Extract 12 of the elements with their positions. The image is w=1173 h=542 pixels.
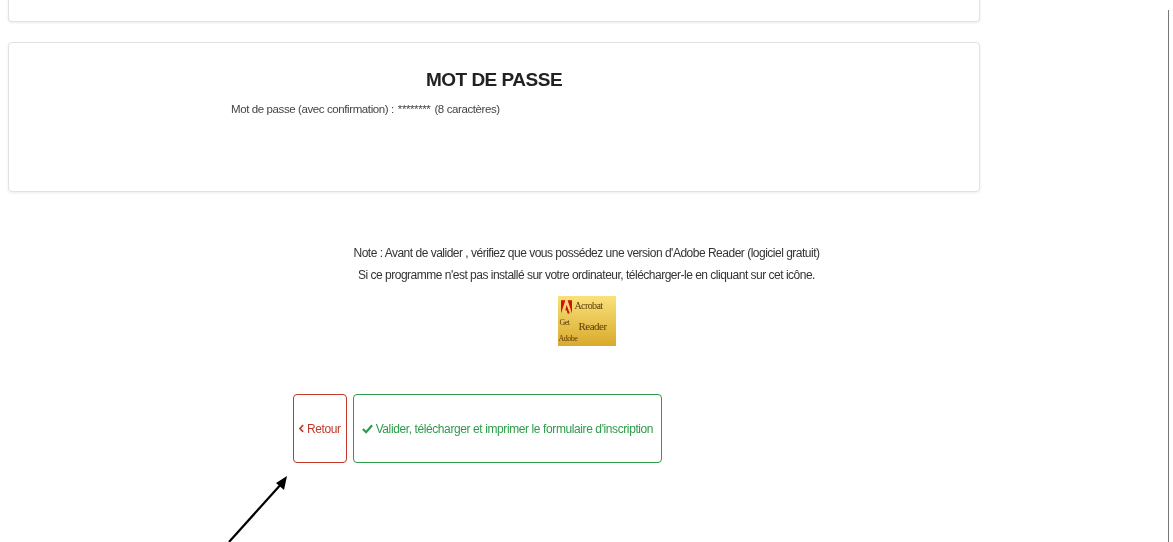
section-title: MOT DE PASSE [424,69,564,91]
password-value: ******** [397,103,431,115]
chevron-left-icon [299,424,304,433]
note-text: Si ce programme n'est pas installé sur votre ordinateur, télécharger-le en cliquant sur cet icône. [358,268,815,282]
acrobat-reader-link[interactable]: Acrobat Get Reader Adobe [557,296,616,346]
back-button[interactable]: Retour [293,394,347,463]
adobe-logo-icon [560,300,572,316]
note-text: Note : Avant de valider , vérifiez que vous possédez une version d'Adobe Reader (logiciel gratuit) [353,246,820,260]
password-hint: (8 caractères) [434,103,500,115]
confirm-button[interactable]: Valider, télécharger et imprimer le formulaire d'inscription [352,394,663,463]
checkmark-icon [361,423,373,434]
password-label: Mot de passe (avec confirmation) : [231,103,394,115]
